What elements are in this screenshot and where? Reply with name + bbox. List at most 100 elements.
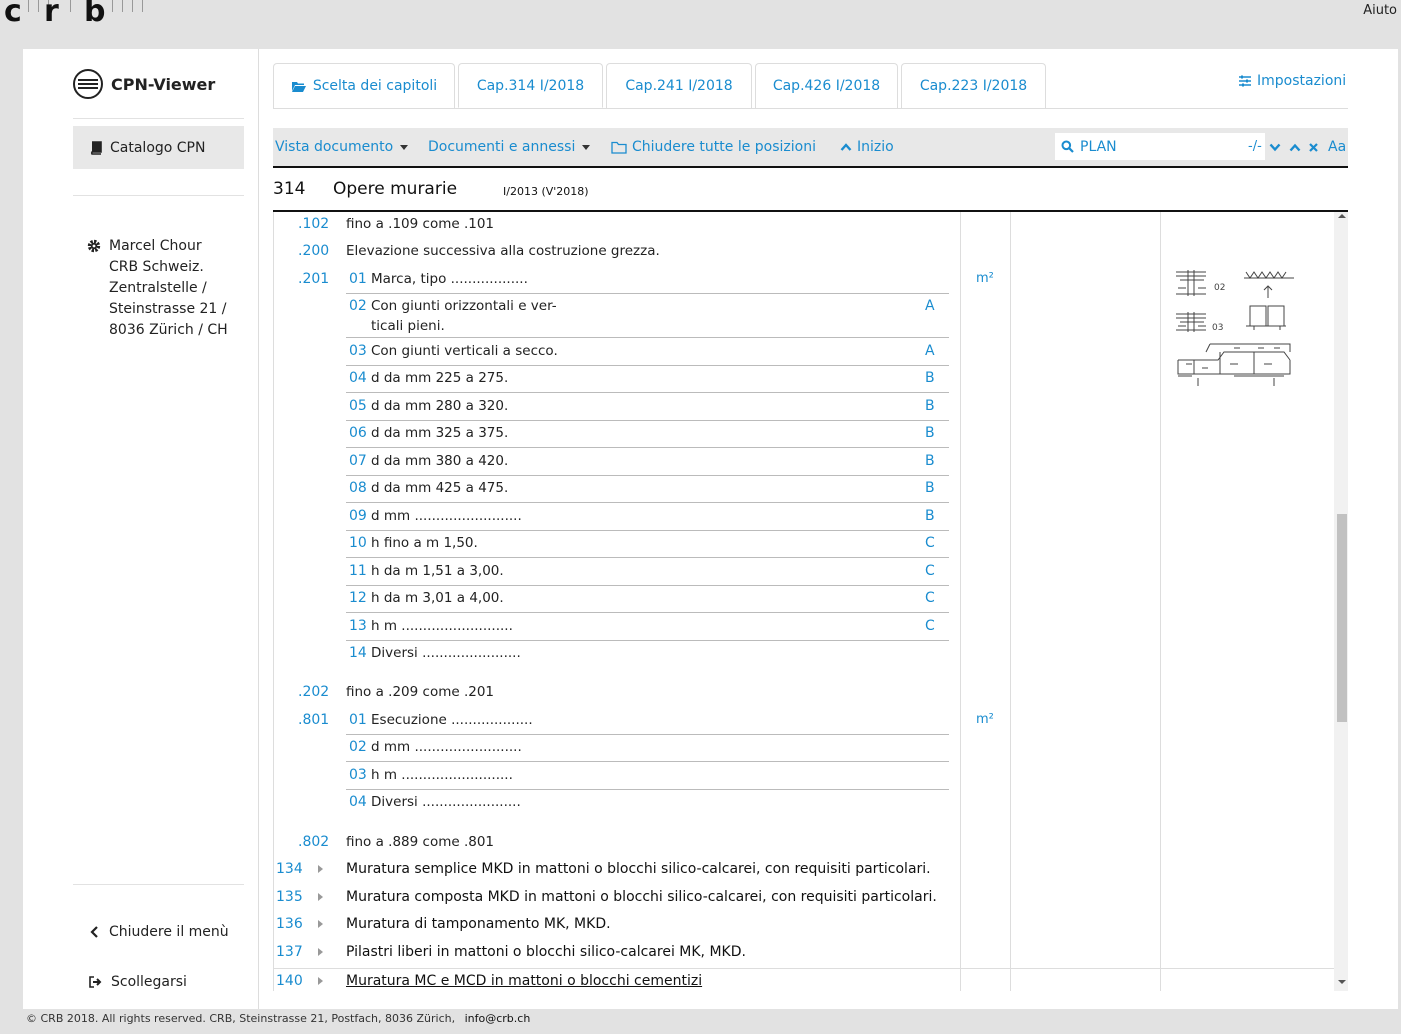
item-number: 01	[349, 271, 367, 287]
item-group: B	[925, 453, 935, 469]
caret-right-icon[interactable]	[318, 893, 323, 901]
chapter-number: 314	[273, 179, 306, 199]
search-prev-icon[interactable]	[1289, 143, 1301, 152]
unit-label: m²	[976, 271, 994, 286]
user-org: Zentralstelle /	[109, 280, 207, 296]
tab-chapter-selection[interactable]: Scelta dei capitoli	[273, 63, 455, 108]
home-label: Inizio	[857, 139, 894, 155]
section-number: 136	[276, 916, 303, 932]
tab-cap-241[interactable]: Cap.241 I/2018	[606, 63, 752, 108]
list-item[interactable]: 03 Con giunti verticali a secco. A	[346, 338, 949, 366]
search-field[interactable]: PLAN	[1055, 133, 1265, 160]
view-dropdown[interactable]: Vista documento	[275, 139, 409, 155]
list-item[interactable]: 05 d da mm 280 a 320. B	[346, 393, 949, 421]
item-number: 11	[349, 563, 367, 579]
tab-label: Cap.241 I/2018	[625, 78, 733, 94]
section-number: 140	[276, 973, 303, 989]
list-item[interactable]: 10 h fino a m 1,50. C	[346, 530, 949, 558]
item-number: 03	[349, 343, 367, 359]
close-all-label: Chiudere tutte le posizioni	[632, 139, 816, 155]
search-input[interactable]: PLAN	[1080, 139, 1117, 155]
tab-cap-426[interactable]: Cap.426 I/2018	[755, 63, 898, 108]
search-clear-icon[interactable]	[1309, 143, 1318, 152]
list-item[interactable]: 04 Diversi .......................	[346, 789, 949, 816]
list-item[interactable]: 02 d mm .........................	[346, 734, 949, 762]
item-text: d da mm 225 a 275.	[371, 370, 509, 386]
chapter-version: I/2013 (V'2018)	[503, 185, 589, 198]
gear-icon[interactable]	[87, 239, 101, 253]
item-group: C	[925, 563, 935, 579]
list-item[interactable]: 13 h m .......................... C	[346, 613, 949, 641]
position-number[interactable]: .102	[298, 216, 329, 232]
section-title: Pilastri liberi in mattoni o blocchi sil…	[346, 944, 746, 960]
scroll-down-icon[interactable]	[1338, 980, 1346, 984]
column-divider	[1010, 212, 1011, 991]
match-case-toggle[interactable]: Aa	[1328, 139, 1346, 155]
scrollbar-thumb[interactable]	[1337, 514, 1347, 722]
search-next-icon[interactable]	[1269, 143, 1281, 152]
close-menu-button[interactable]: Chiudere il menù	[89, 924, 229, 940]
list-item[interactable]: 03 h m ..........................	[346, 762, 949, 790]
document-area: Scelta dei capitoli Cap.314 I/2018 Cap.2…	[273, 49, 1398, 1009]
caret-right-icon[interactable]	[318, 977, 323, 985]
list-item[interactable]: 07 d da mm 380 a 420. B	[346, 448, 949, 476]
logo-letter-b: b	[84, 0, 106, 29]
list-item[interactable]: 01 Esecuzione ...................	[346, 707, 949, 735]
home-button[interactable]: Inizio	[840, 139, 894, 155]
settings-label: Impostazioni	[1257, 73, 1347, 89]
item-text: h da m 3,01 a 4,00.	[371, 590, 504, 606]
list-item[interactable]: 02 Con giunti orizzontali e ver-ticali pi…	[346, 293, 949, 338]
scrollbar[interactable]	[1334, 212, 1348, 991]
item-number: 04	[349, 370, 367, 386]
close-all-button[interactable]: Chiudere tutte le posizioni	[611, 139, 816, 155]
list-item[interactable]: 11 h da m 1,51 a 3,00. C	[346, 558, 949, 586]
footer-email-link[interactable]: info@crb.ch	[465, 1012, 531, 1025]
tab-cap-223[interactable]: Cap.223 I/2018	[901, 63, 1046, 108]
logo-letter-r: r	[44, 0, 59, 29]
sketch-label: 03	[1212, 323, 1223, 333]
folder-icon	[611, 141, 627, 154]
position-number[interactable]: .802	[298, 834, 329, 850]
position-number[interactable]: .801	[298, 712, 329, 728]
app-brand[interactable]: CPN-Viewer	[73, 69, 215, 99]
position-number[interactable]: .200	[298, 243, 329, 259]
item-text: d mm .........................	[371, 508, 522, 524]
position-number[interactable]: .202	[298, 684, 329, 700]
caret-right-icon[interactable]	[318, 920, 323, 928]
cpn-logo-icon	[73, 69, 103, 99]
item-text: d da mm 280 a 320.	[371, 398, 509, 414]
list-item[interactable]: 14 Diversi .......................	[346, 640, 949, 667]
item-text: d da mm 425 a 475.	[371, 480, 509, 496]
scroll-up-icon[interactable]	[1338, 214, 1346, 218]
tab-cap-314[interactable]: Cap.314 I/2018	[458, 63, 603, 108]
close-menu-label: Chiudere il menù	[109, 924, 229, 940]
item-text: d da mm 325 a 375.	[371, 425, 509, 441]
settings-button[interactable]: Impostazioni	[1238, 73, 1346, 89]
list-item[interactable]: 08 d da mm 425 a 475. B	[346, 475, 949, 503]
masonry-sketch-image: 02 03	[1176, 270, 1294, 386]
help-link[interactable]: Aiuto	[1363, 3, 1397, 18]
list-item[interactable]: 06 d da mm 325 a 375. B	[346, 420, 949, 448]
item-text: Diversi .......................	[371, 645, 521, 661]
logout-button[interactable]: Scollegarsi	[89, 974, 187, 990]
position-text: fino a .889 come .801	[346, 834, 495, 850]
tab-label: Cap.426 I/2018	[772, 78, 881, 94]
positions-list[interactable]: .102 fino a .109 come .101 .200 Elevazio…	[273, 212, 1348, 991]
list-item[interactable]: 01 Marca, tipo ..................	[346, 266, 949, 294]
unit-label: m²	[976, 712, 994, 727]
footer: © CRB 2018. All rights reserved. CRB, St…	[26, 1012, 530, 1025]
list-item[interactable]: 12 h da m 3,01 a 4,00. C	[346, 585, 949, 613]
section-title: Muratura MC e MCD in mattoni o blocchi c…	[346, 973, 703, 989]
item-group: B	[925, 398, 935, 414]
list-item[interactable]: 09 d mm ......................... B	[346, 503, 949, 531]
position-number[interactable]: .201	[298, 271, 329, 287]
tab-label: Cap.223 I/2018	[919, 78, 1028, 94]
sidebar-item-catalog[interactable]: Catalogo CPN	[73, 126, 244, 169]
item-group: B	[925, 508, 935, 524]
caret-right-icon[interactable]	[318, 948, 323, 956]
list-item[interactable]: 04 d da mm 225 a 275. B	[346, 365, 949, 393]
docs-dropdown[interactable]: Documenti e annessi	[428, 139, 591, 155]
section-title: Muratura composta MKD in mattoni o blocc…	[346, 889, 937, 905]
caret-right-icon[interactable]	[318, 865, 323, 873]
item-group: B	[925, 480, 935, 496]
